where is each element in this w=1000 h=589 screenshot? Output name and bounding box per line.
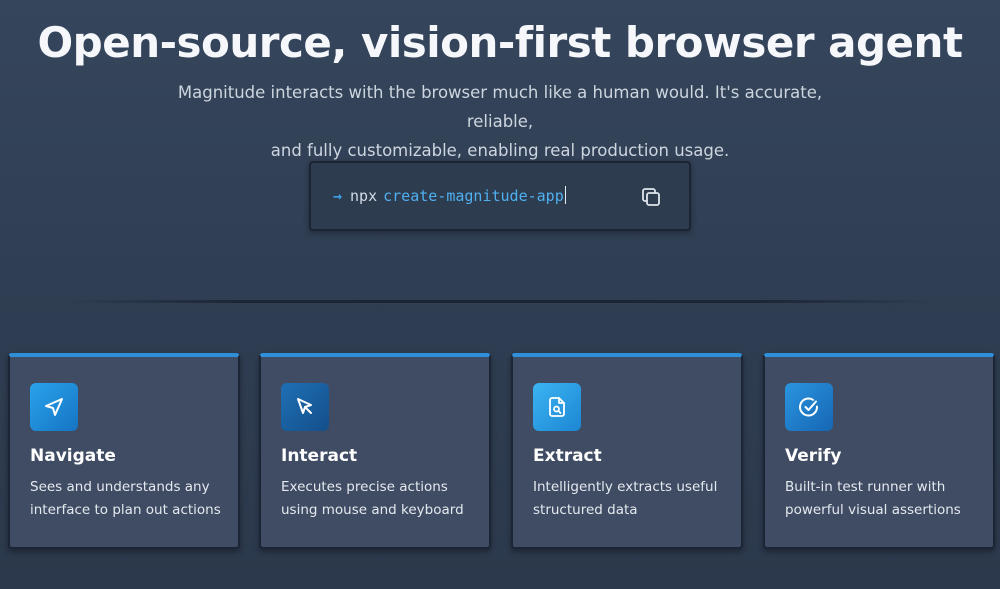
navigation-arrow-icon	[30, 383, 78, 431]
feature-description: Built-in test runner with powerful visua…	[785, 479, 961, 518]
feature-title: Interact	[281, 446, 358, 466]
section-divider	[70, 300, 930, 303]
file-search-icon	[533, 383, 581, 431]
feature-card-extract: Extract Intelligently extracts useful st…	[511, 353, 743, 549]
install-command-box[interactable]: → npx create-magnitude-app	[309, 161, 691, 231]
prompt-arrow-icon: →	[333, 187, 343, 205]
hero-title: Open-source, vision-first browser agent	[37, 18, 963, 67]
feature-description: Intelligently extracts useful structured…	[533, 479, 718, 518]
feature-description: Executes precise actions using mouse and…	[281, 479, 464, 518]
mouse-pointer-icon	[281, 383, 329, 431]
hero-subtitle-line-2: and fully customizable, enabling real pr…	[270, 141, 730, 160]
copy-button[interactable]	[639, 185, 663, 209]
hero-subtitle-line-1: Magnitude interacts with the browser muc…	[177, 83, 823, 131]
text-cursor	[564, 186, 566, 204]
feature-title: Extract	[533, 446, 602, 466]
feature-card-navigate: Navigate Sees and understands any interf…	[8, 353, 240, 549]
feature-description: Sees and understands any interface to pl…	[30, 479, 221, 518]
feature-card-interact: Interact Executes precise actions using …	[259, 353, 491, 549]
install-command[interactable]: → npx create-magnitude-app	[333, 186, 566, 205]
command-prefix: npx	[350, 187, 378, 205]
feature-title: Navigate	[30, 446, 116, 466]
command-package: create-magnitude-app	[383, 187, 564, 205]
copy-icon	[642, 188, 660, 206]
check-circle-icon	[785, 383, 833, 431]
hero-subtitle: Magnitude interacts with the browser muc…	[150, 78, 850, 165]
feature-card-verify: Verify Built-in test runner with powerfu…	[763, 353, 995, 549]
feature-title: Verify	[785, 446, 842, 466]
